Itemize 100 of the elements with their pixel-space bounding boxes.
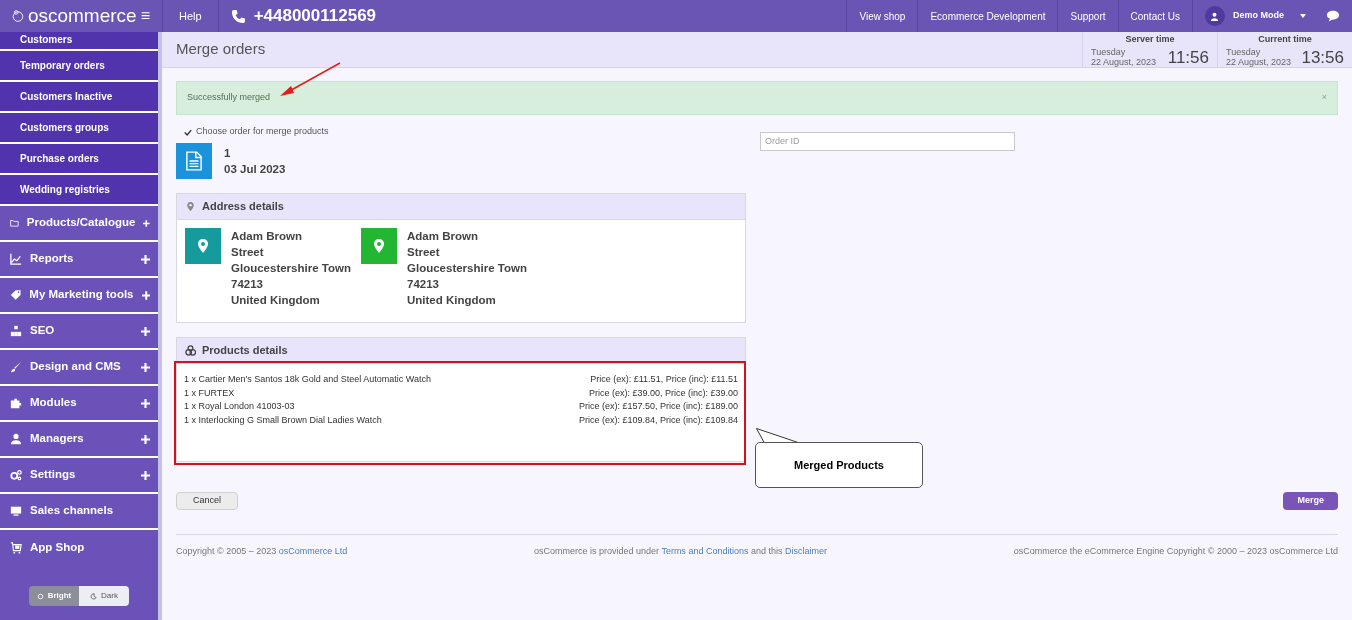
- sidebar-item[interactable]: Temporary orders: [0, 51, 158, 82]
- plus-icon: [141, 362, 150, 372]
- sidebar-section-label: Managers: [30, 431, 85, 447]
- sun-icon: [36, 592, 44, 600]
- order-id-field[interactable]: Order ID: [760, 131, 1015, 151]
- footer-text: osCommerce the eCommerce Engine Copyright © 2000 – 2023 osCommerce Ltd: [1013, 545, 1338, 558]
- address-line: 74213: [407, 277, 440, 292]
- product-price: Price (ex): £157.50, Price (inc): £189.00: [578, 400, 738, 413]
- sidebar-section-label: App Shop: [30, 540, 86, 556]
- sidebar-section[interactable]: Modules: [0, 386, 158, 422]
- sidebar-section[interactable]: Sales channels: [0, 494, 158, 530]
- panel-title: Products details: [202, 343, 288, 359]
- plus-icon: [141, 254, 150, 264]
- document-icon: [186, 151, 202, 171]
- sidebar-section[interactable]: Design and CMS: [0, 350, 158, 386]
- clock-day: Tuesday: [1091, 46, 1157, 57]
- pin-icon: [197, 238, 209, 254]
- annotation-arrow: [278, 62, 342, 98]
- address-line: Street: [231, 245, 265, 260]
- address-line: Gloucestershire Town: [231, 261, 351, 276]
- footer-link[interactable]: Terms and Conditions: [661, 546, 749, 556]
- plus-icon: [141, 326, 150, 336]
- sidebar-item[interactable]: Wedding registries: [0, 175, 158, 206]
- footer-link[interactable]: Disclaimer: [784, 546, 827, 556]
- sidebar-section-label: Design and CMS: [30, 359, 122, 375]
- address-line: Gloucestershire Town: [407, 261, 527, 276]
- sidebar-item[interactable]: Purchase orders: [0, 144, 158, 175]
- merge-button[interactable]: Merge: [1283, 492, 1338, 510]
- logo-text: oscommerce: [27, 3, 137, 28]
- address-line: Adam Brown: [407, 229, 479, 244]
- sidebar-section-label: Settings: [30, 467, 77, 483]
- footer-text: osCommerce is provided under Terms and Conditions and this Disclaimer: [533, 545, 827, 558]
- gears-icon: [10, 469, 22, 481]
- clock-time: 11:56: [1167, 48, 1209, 67]
- address-line: Street: [407, 245, 441, 260]
- clock-label: Current time: [1257, 33, 1313, 46]
- sidebar-item[interactable]: Customers groups: [0, 113, 158, 144]
- address-line: United Kingdom: [231, 293, 321, 308]
- clock-time: 13:56: [1301, 48, 1344, 67]
- product-name: 1 x Royal London 41003-03: [184, 400, 295, 413]
- phone-number: +448000112569: [253, 5, 377, 28]
- choose-label: Choose order for merge products: [196, 125, 329, 139]
- address-line: Adam Brown: [231, 229, 303, 244]
- page-title: Merge orders: [175, 39, 267, 60]
- menu-icon[interactable]: ≡: [140, 4, 150, 28]
- tag-icon: [10, 289, 22, 301]
- monitor-icon: [10, 505, 22, 517]
- footer-text: Copyright © 2005 – 2023 osCommerce Ltd: [176, 545, 348, 558]
- cart-icon: [10, 542, 22, 554]
- moon-icon: [90, 592, 98, 600]
- sidebar-section[interactable]: My Marketing tools: [0, 278, 158, 314]
- check-icon: [184, 128, 192, 136]
- sidebar-section-label: Modules: [30, 395, 78, 411]
- product-name: 1 x Cartier Men's Santos 18k Gold and Steel Automatic Watch: [184, 373, 431, 386]
- plus-icon: [143, 218, 150, 228]
- product-price: Price (ex): £11.51, Price (inc): £11.51: [590, 373, 738, 386]
- order-number: 1: [224, 146, 232, 161]
- sidebar-item[interactable]: Customers: [0, 32, 158, 51]
- user-name[interactable]: Demo Mode: [1233, 9, 1284, 23]
- sidebar-section[interactable]: App Shop: [0, 530, 158, 566]
- sidebar-item[interactable]: Customers Inactive: [0, 82, 158, 113]
- footer-link[interactable]: osCommerce Ltd: [278, 546, 348, 556]
- plus-icon: [141, 290, 150, 300]
- sidebar-section[interactable]: Products/Catalogue: [0, 206, 158, 242]
- sitemap-icon: [10, 325, 22, 337]
- folder-icon: [10, 217, 19, 229]
- address-line: 74213: [231, 277, 264, 292]
- sidebar-section[interactable]: Managers: [0, 422, 158, 458]
- coins-icon: [185, 345, 196, 356]
- product-price: Price (ex): £109.84, Price (inc): £109.84: [578, 413, 738, 427]
- product-name: 1 x FURTEX: [184, 386, 235, 400]
- cancel-button[interactable]: Cancel: [176, 492, 238, 510]
- clock-date: 22 August, 2023: [1226, 56, 1292, 67]
- chat-icon: [1326, 10, 1340, 22]
- pin-icon: [373, 238, 385, 254]
- product-name: 1 x Interlocking G Small Brown Dial Ladies Watch: [184, 413, 382, 427]
- theme-toggle[interactable]: Bright: [29, 586, 79, 606]
- sidebar-section-label: Sales channels: [30, 503, 115, 519]
- sidebar-section[interactable]: Reports: [0, 242, 158, 278]
- plus-icon: [141, 398, 150, 408]
- plus-icon: [141, 434, 150, 444]
- clock-date: 22 August, 2023: [1091, 56, 1157, 67]
- sidebar-section[interactable]: Settings: [0, 458, 158, 494]
- plus-icon: [141, 470, 150, 480]
- chart-icon: [10, 253, 22, 265]
- user-icon: [1210, 11, 1220, 21]
- clock-label: Server time: [1124, 33, 1176, 46]
- brush-icon: [10, 361, 22, 373]
- theme-toggle[interactable]: Dark: [79, 586, 129, 606]
- sidebar-section-label: Products/Catalogue: [26, 215, 136, 231]
- sidebar-section-label: SEO: [30, 323, 56, 339]
- order-date: 03 Jul 2023: [224, 162, 286, 177]
- sidebar-section-label: Reports: [30, 251, 75, 267]
- sidebar-section-label: My Marketing tools: [29, 287, 134, 303]
- user-icon: [10, 433, 22, 445]
- product-price: Price (ex): £39.00, Price (inc): £39.00: [588, 386, 738, 400]
- puzzle-icon: [10, 397, 22, 409]
- caret-icon: [1300, 14, 1306, 18]
- phone-icon: [230, 8, 246, 24]
- sidebar-section[interactable]: SEO: [0, 314, 158, 350]
